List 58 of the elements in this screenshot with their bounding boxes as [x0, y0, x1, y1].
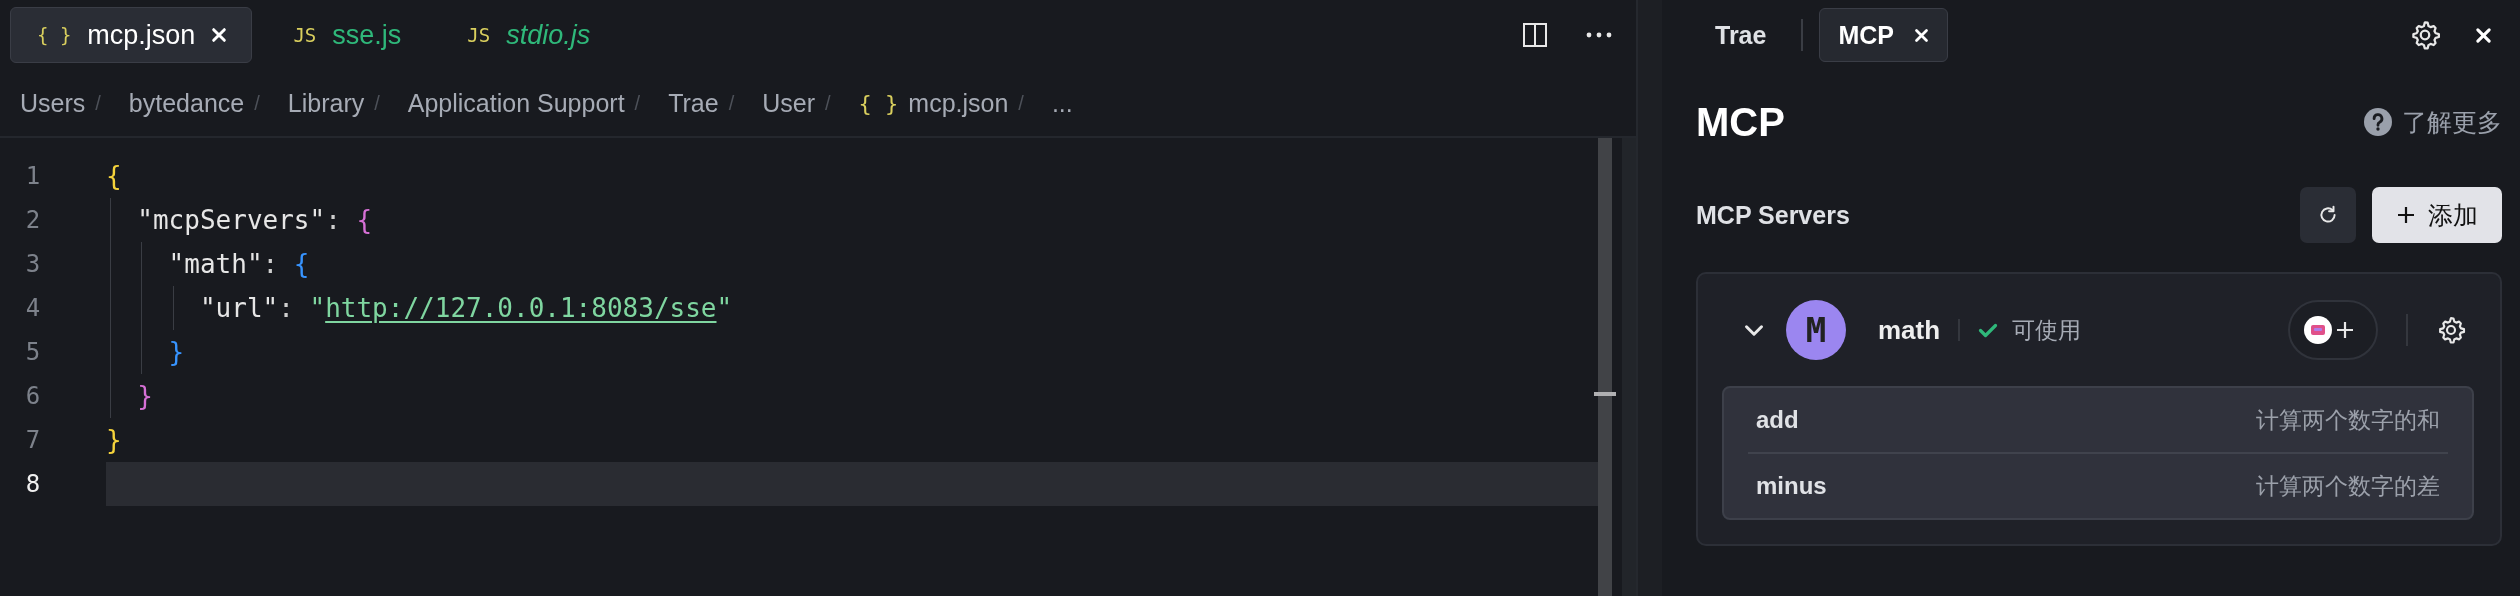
chevron-icon[interactable] [1744, 323, 1764, 337]
code-text: { [106, 161, 122, 191]
tool-description: 计算两个数字的和 [2256, 405, 2440, 435]
code-text: "url": "http://127.0.0.1:8083/sse" [198, 293, 733, 323]
line-number: 5 [24, 338, 42, 366]
line-number: 6 [24, 382, 42, 410]
split-editor-icon[interactable] [1522, 22, 1548, 48]
panel-tab[interactable]: MCP [1819, 8, 1948, 62]
line-number: 2 [24, 206, 42, 234]
line-number: 8 [24, 470, 42, 498]
breadcrumb-separator: / [95, 91, 101, 115]
panel-title: MCP [1696, 99, 1785, 145]
line-number: 7 [24, 426, 42, 454]
settings-icon[interactable] [2436, 315, 2466, 345]
add-button[interactable]: 添加 [2372, 187, 2502, 243]
editor-tab[interactable]: { } mcp.json [10, 7, 253, 63]
plus-icon [2396, 205, 2416, 225]
breadcrumb-item[interactable]: ... [1051, 88, 1073, 118]
server-name: math [1878, 314, 1941, 346]
learn-more-link[interactable]: 了解更多 [2364, 105, 2502, 139]
line-number: 3 [24, 250, 42, 278]
breadcrumb-item[interactable]: bytedance [128, 88, 245, 118]
code-text: } [167, 337, 185, 367]
breadcrumb-item[interactable]: Library [287, 88, 365, 118]
section-title: MCP Servers [1696, 200, 1850, 230]
close-icon[interactable] [1914, 27, 1929, 43]
help-icon [2364, 108, 2392, 136]
editor-tab[interactable]: JS stdio.js [440, 7, 616, 63]
breadcrumb-separator: / [254, 91, 260, 115]
breadcrumb-item[interactable]: Trae [668, 88, 719, 118]
breadcrumb-item[interactable]: mcp.json [908, 88, 1009, 118]
breadcrumb-separator: / [634, 91, 641, 115]
server-avatar: M [1786, 300, 1846, 360]
code-text: "mcpServers": { [136, 205, 373, 235]
breadcrumb-separator: / [825, 91, 831, 115]
tool-description: 计算两个数字的差 [2256, 471, 2440, 501]
more-icon[interactable] [1586, 32, 1612, 38]
server-status: 可使用 [2012, 315, 2082, 345]
close-icon[interactable] [211, 27, 228, 43]
line-number: 4 [24, 294, 42, 322]
breadcrumb-separator: / [1018, 91, 1024, 115]
code-text: } [106, 425, 122, 455]
code-text: "math": { [167, 249, 310, 279]
code-text: } [136, 381, 153, 411]
line-number: 1 [24, 162, 42, 190]
panel-tab[interactable]: Trae [1696, 8, 1786, 62]
breadcrumb-item[interactable]: Application Support [407, 88, 625, 118]
refresh-button[interactable] [2300, 187, 2356, 243]
tool-name: minus [1756, 472, 1827, 500]
close-icon[interactable] [2475, 26, 2492, 44]
settings-icon[interactable] [2409, 19, 2441, 51]
breadcrumb-separator: / [728, 91, 735, 115]
breadcrumb-item[interactable]: User [762, 88, 815, 118]
breadcrumb-item[interactable]: Users [20, 88, 86, 118]
json-file-icon: { } [858, 90, 899, 116]
editor-tab[interactable]: JS sse.js [266, 7, 427, 63]
breadcrumb-separator: / [374, 91, 380, 115]
tool-name: add [1756, 406, 1799, 434]
